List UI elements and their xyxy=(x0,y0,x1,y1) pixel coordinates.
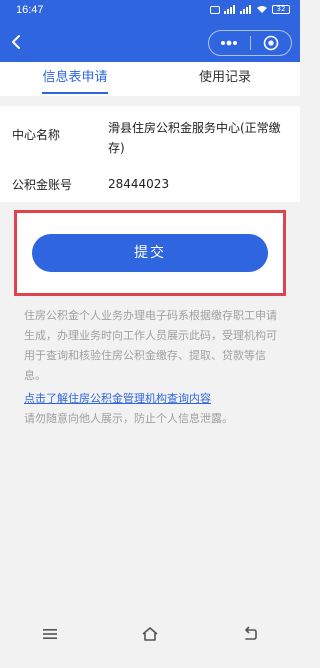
system-nav-bar xyxy=(0,600,300,668)
menu-icon xyxy=(43,629,57,639)
screen: 16:47 32 信息表申请 使用记录 中心名称 滑县住房公积金服务中心(正常缴… xyxy=(0,0,300,668)
account-label: 公积金账号 xyxy=(12,178,73,192)
privacy-warning: 请勿随意向他人展示，防止个人信息泄露。 xyxy=(24,412,233,425)
close-button[interactable] xyxy=(250,31,291,55)
vibrate-icon xyxy=(210,5,220,14)
home-button[interactable] xyxy=(135,619,165,649)
notice-text: 住房公积金个人业务办理电子码系根据缴存职工申请生成，办理业务时向工作人员展示此码… xyxy=(24,309,277,382)
status-bar: 16:47 32 xyxy=(0,0,300,22)
signal-icon xyxy=(224,5,235,14)
wifi-icon xyxy=(257,6,267,13)
return-icon xyxy=(245,626,257,640)
center-name-value: 滑县住房公积金服务中心(正常缴存) xyxy=(108,121,281,155)
return-button[interactable] xyxy=(235,619,265,649)
more-button[interactable] xyxy=(209,31,250,55)
more-dots-icon xyxy=(221,40,238,46)
center-name-label: 中心名称 xyxy=(12,128,61,142)
target-close-icon xyxy=(263,35,279,51)
back-arrow-icon[interactable] xyxy=(8,34,24,50)
info-card: 中心名称 滑县住房公积金服务中心(正常缴存) 公积金账号 28444023 xyxy=(0,106,300,202)
tab-application[interactable]: 信息表申请 xyxy=(0,62,150,96)
account-row: 公积金账号 28444023 xyxy=(0,172,300,196)
submit-highlight-frame: 提交 xyxy=(14,210,286,296)
header-bar: 16:47 32 xyxy=(0,0,300,62)
center-name-row: 中心名称 滑县住房公积金服务中心(正常缴存) xyxy=(0,118,300,162)
tab-bar: 信息表申请 使用记录 xyxy=(0,62,300,96)
status-icons: 32 xyxy=(210,5,290,14)
battery-icon: 32 xyxy=(272,5,290,14)
status-time: 16:47 xyxy=(16,4,44,16)
home-icon xyxy=(142,627,158,641)
menu-button[interactable] xyxy=(35,619,65,649)
query-content-link[interactable]: 点击了解住房公积金管理机构查询内容 xyxy=(24,390,211,408)
mini-program-capsule xyxy=(208,30,292,56)
tab-usage-records[interactable]: 使用记录 xyxy=(150,62,300,96)
signal-icon-2 xyxy=(240,5,251,14)
account-value: 28444023 xyxy=(108,177,170,191)
submit-button[interactable]: 提交 xyxy=(32,234,268,272)
